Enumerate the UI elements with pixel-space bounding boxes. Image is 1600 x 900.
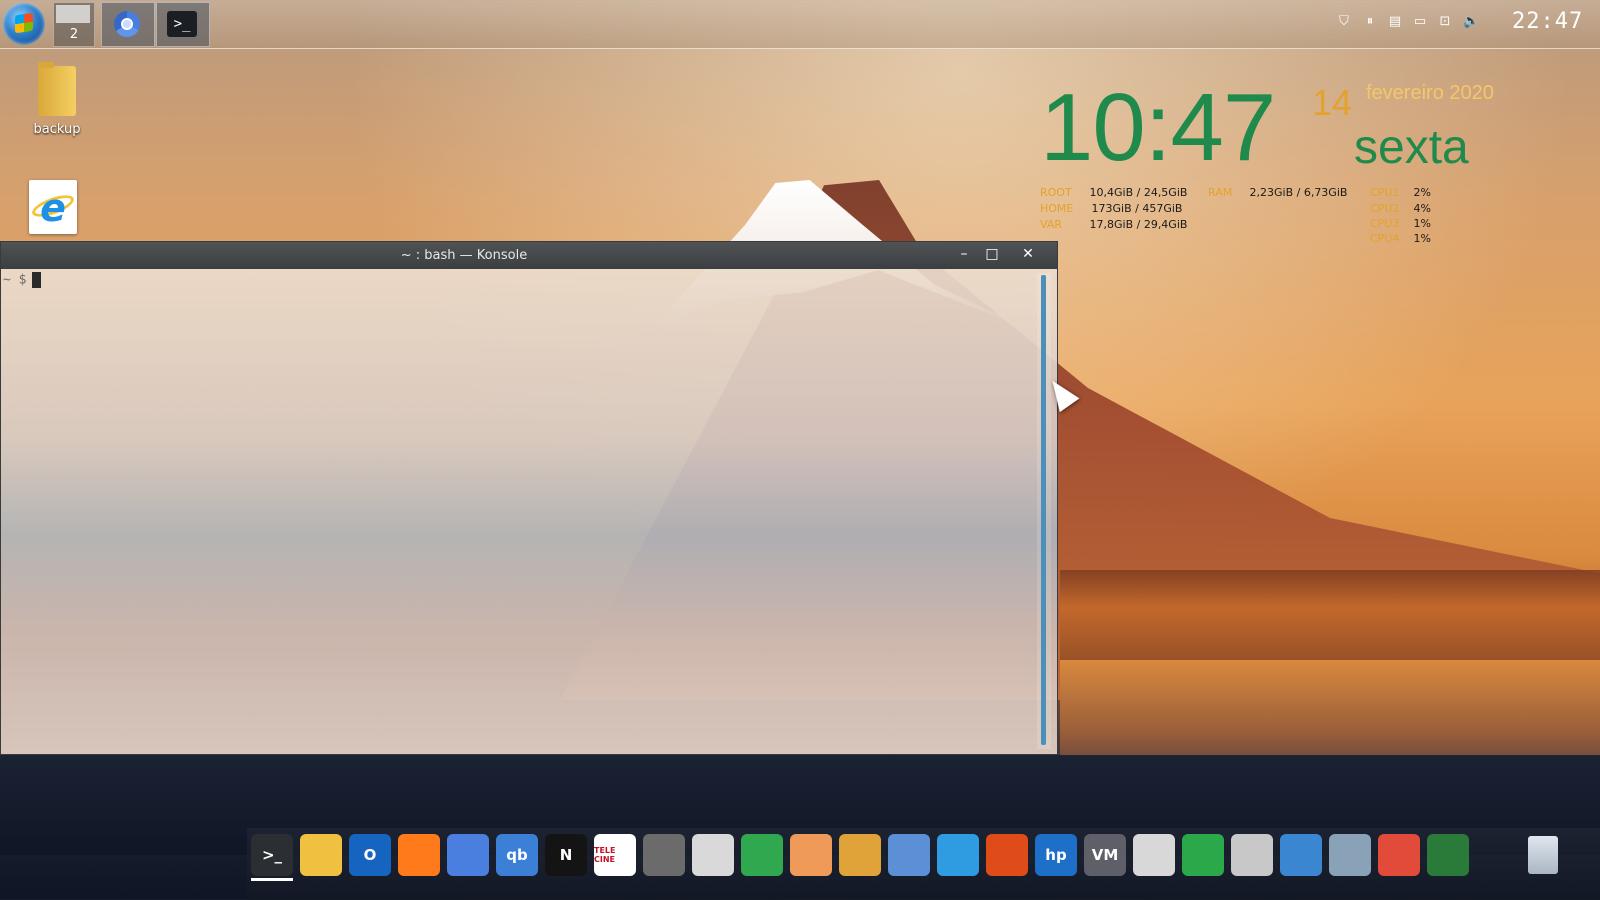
trash-icon[interactable]	[1528, 836, 1558, 874]
disk-root-row: ROOT 10,4GiB / 24,5GiB	[1040, 186, 1187, 199]
konsole-window[interactable]: ~ : bash — Konsole – □ ✕ ~ $	[0, 241, 1058, 755]
id-card-icon[interactable]	[1280, 834, 1322, 876]
system-tray: ⛉ ⏸ ▤ ▭ ⊡ 🔈	[1336, 14, 1486, 34]
disk-value: 10,4GiB / 24,5GiB	[1089, 186, 1188, 199]
disk-label: ROOT	[1040, 186, 1072, 199]
terminal-prompt: ~ $	[3, 272, 42, 288]
netflix-icon[interactable]: N	[545, 834, 587, 876]
konsole-icon[interactable]: >_	[251, 834, 293, 876]
conky-month-year: fevereiro 2020	[1366, 82, 1494, 104]
office-icon[interactable]	[986, 834, 1028, 876]
disk-label: HOME	[1040, 202, 1074, 215]
cpu-label: CPU2	[1370, 202, 1400, 215]
screen-recorder-icon[interactable]	[1378, 834, 1420, 876]
pager-desktop-1[interactable]	[56, 5, 90, 23]
search-icon[interactable]	[1329, 834, 1371, 876]
window-title: ~ : bash — Konsole	[400, 248, 528, 263]
scrollbar-handle[interactable]	[1041, 275, 1046, 745]
radio-icon[interactable]	[839, 834, 881, 876]
pause-icon[interactable]: ⏸	[1362, 14, 1378, 30]
cpu-label: CPU1	[1370, 186, 1400, 199]
minimize-button[interactable]: –	[953, 245, 975, 263]
maximize-button[interactable]: □	[981, 245, 1003, 263]
melon-icon[interactable]	[790, 834, 832, 876]
volume-icon[interactable]: 🔈	[1463, 14, 1479, 30]
conky-widget: 10:47 14 fevereiro 2020 sexta ROOT 10,4G…	[1040, 80, 1580, 250]
inkscape-icon[interactable]	[692, 834, 734, 876]
cpu-row: CPU4 1%	[1370, 232, 1431, 245]
virtual-desktop-pager[interactable]: 2	[53, 2, 95, 47]
top-panel: 2 >_ ⛉ ⏸ ▤ ▭ ⊡ 🔈 22:47	[0, 0, 1600, 49]
shield-icon[interactable]: ⛉	[1336, 14, 1352, 30]
file-manager-icon[interactable]	[300, 834, 342, 876]
disk-value: 173GiB / 457GiB	[1091, 202, 1183, 215]
ram-label: RAM	[1208, 186, 1233, 199]
cpu-value: 1%	[1413, 217, 1431, 230]
disk-value: 17,8GiB / 29,4GiB	[1089, 218, 1188, 231]
cpu-row: CPU1 2%	[1370, 186, 1431, 199]
start-menu-button[interactable]	[3, 3, 45, 45]
cpu-value: 4%	[1413, 202, 1431, 215]
pager-desktop-number: 2	[69, 27, 79, 42]
vm-icon[interactable]: VM	[1084, 834, 1126, 876]
ram-value: 2,23GiB / 6,73GiB	[1249, 186, 1348, 199]
cpu-row: CPU2 4%	[1370, 202, 1431, 215]
color-picker-icon[interactable]	[741, 834, 783, 876]
conky-weekday: sexta	[1354, 121, 1469, 174]
firefox-icon[interactable]	[398, 834, 440, 876]
desktop-icon-backup[interactable]: backup	[17, 62, 97, 137]
hp-icon[interactable]: hp	[1035, 834, 1077, 876]
wallpaper-treeline	[1060, 570, 1600, 665]
ram-row: RAM 2,23GiB / 6,73GiB	[1208, 186, 1347, 199]
monitor-icon[interactable]	[1182, 834, 1224, 876]
windows-flag-icon	[15, 12, 33, 34]
display-icon[interactable]: ▭	[1412, 14, 1428, 30]
globe-icon[interactable]	[1427, 834, 1469, 876]
application-dock: >_ Oqb N TELE CINE hp VM	[247, 828, 1600, 900]
cpu-label: CPU3	[1370, 217, 1400, 230]
conky-time: 10:47	[1040, 74, 1276, 181]
gimp-icon[interactable]	[643, 834, 685, 876]
cpu-value: 2%	[1413, 186, 1431, 199]
internet-explorer-icon: e	[29, 180, 77, 234]
scrollbar[interactable]	[1037, 273, 1051, 749]
cpu-row: CPU3 1%	[1370, 217, 1431, 230]
cpu-value: 1%	[1413, 232, 1431, 245]
prompt-text: ~ $	[3, 272, 27, 288]
text-cursor	[32, 272, 42, 288]
taskbar-konsole-button[interactable]: >_	[156, 2, 210, 47]
cpu-label: CPU4	[1370, 232, 1400, 245]
folder-icon	[38, 62, 76, 116]
network-icon[interactable]: ⊡	[1437, 14, 1453, 30]
telecine-icon[interactable]: TELE CINE	[594, 834, 636, 876]
disk-var-row: VAR 17,8GiB / 29,4GiB	[1040, 218, 1187, 231]
terminal-icon: >_	[167, 11, 197, 37]
terminal-area[interactable]: ~ $	[1, 269, 1057, 754]
disk-home-row: HOME 173GiB / 457GiB	[1040, 202, 1182, 215]
calculator-icon[interactable]	[1133, 834, 1175, 876]
conky-day: 14	[1312, 82, 1353, 123]
desktop-icon-label: backup	[33, 122, 81, 137]
outlook-icon[interactable]: O	[349, 834, 391, 876]
window-titlebar[interactable]: ~ : bash — Konsole – □ ✕	[1, 242, 1057, 269]
desktop-icon-internet-explorer[interactable]: e	[13, 180, 93, 234]
chromium-icon	[114, 11, 140, 37]
media-icon[interactable]	[888, 834, 930, 876]
taskbar-chromium-button[interactable]	[101, 2, 155, 47]
chromium-icon[interactable]	[447, 834, 489, 876]
clipboard-icon[interactable]: ▤	[1387, 14, 1403, 30]
panel-clock[interactable]: 22:47	[1512, 9, 1598, 34]
disk-label: VAR	[1040, 218, 1062, 231]
active-app-indicator	[251, 878, 293, 881]
close-button[interactable]: ✕	[1017, 245, 1039, 263]
scanner-icon[interactable]	[1231, 834, 1273, 876]
browser-globe-icon[interactable]	[937, 834, 979, 876]
qbittorrent-icon[interactable]: qb	[496, 834, 538, 876]
